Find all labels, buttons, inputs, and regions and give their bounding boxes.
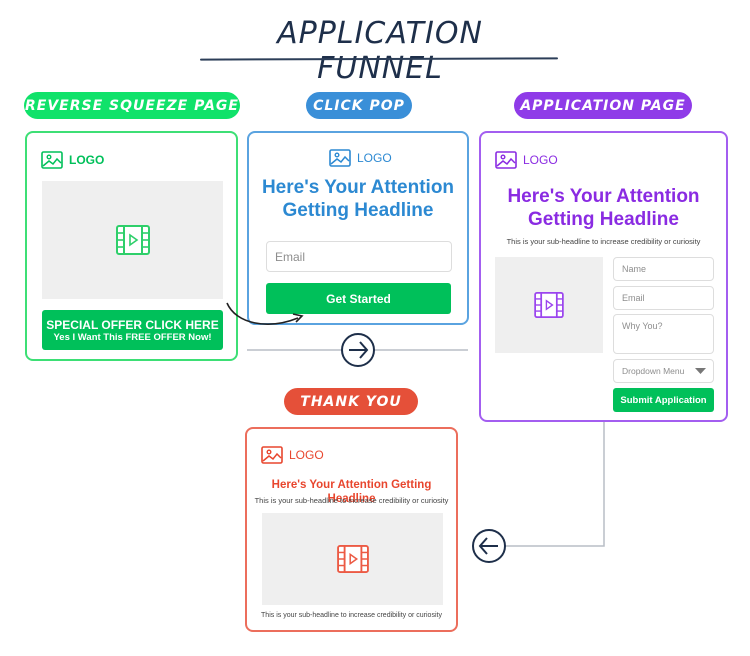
arrow-right-circle-icon xyxy=(341,333,375,367)
curved-arrow-connector xyxy=(226,302,299,325)
arrow-left-circle-icon xyxy=(472,529,506,563)
connectors-layer xyxy=(226,302,605,563)
flow-line-application-to-thank-you xyxy=(505,422,605,547)
